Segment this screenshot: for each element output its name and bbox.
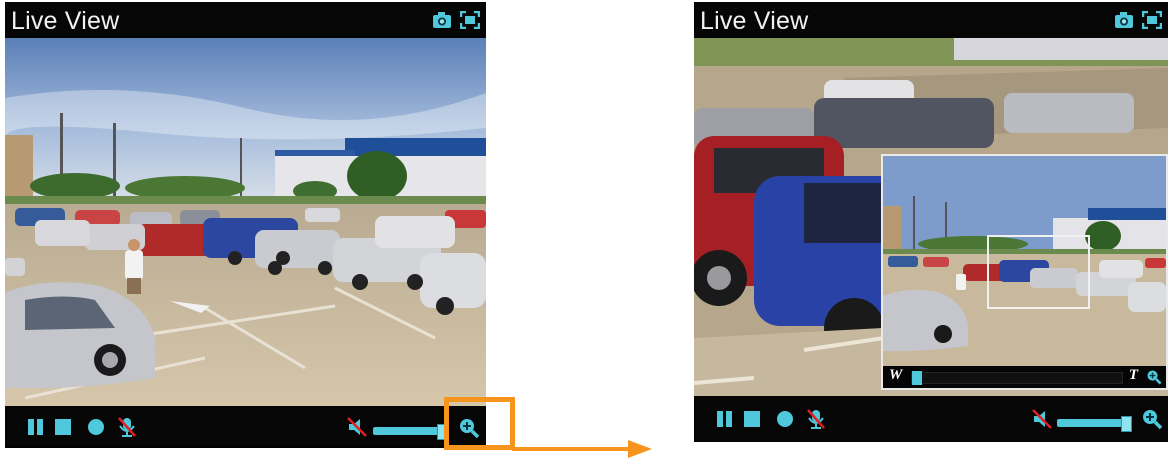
- pause-icon[interactable]: [25, 416, 47, 438]
- camera-video-feed[interactable]: [5, 38, 486, 408]
- pause-icon[interactable]: [714, 408, 736, 430]
- live-view-panel-right: Live View W T: [694, 2, 1168, 442]
- callout-arrowhead: [628, 440, 652, 458]
- live-view-panel-left: Live View: [5, 2, 486, 448]
- live-view-titlebar: Live View: [694, 2, 1168, 38]
- speaker-muted-icon[interactable]: [346, 416, 368, 438]
- speaker-muted-icon[interactable]: [1031, 408, 1053, 430]
- fullscreen-icon[interactable]: [1142, 11, 1162, 29]
- zoom-level-handle[interactable]: [912, 371, 922, 385]
- pip-zoom-bar: W T: [883, 366, 1166, 388]
- mic-muted-icon[interactable]: [116, 416, 138, 438]
- volume-slider[interactable]: [1057, 419, 1123, 427]
- mic-muted-icon[interactable]: [805, 408, 827, 430]
- zoom-in-icon[interactable]: [1141, 408, 1163, 430]
- wide-label: W: [889, 367, 903, 383]
- live-view-titlebar: Live View: [5, 2, 486, 38]
- stop-icon[interactable]: [52, 416, 74, 438]
- pip-overview[interactable]: W T: [881, 154, 1168, 390]
- zoom-region-indicator[interactable]: [987, 235, 1090, 309]
- zoom-level-slider[interactable]: [911, 371, 1123, 385]
- playback-controls-bar: [694, 396, 1168, 442]
- camera-snapshot-icon[interactable]: [432, 11, 452, 29]
- stop-icon[interactable]: [741, 408, 763, 430]
- zoom-button-highlight: [444, 397, 515, 450]
- record-icon[interactable]: [85, 416, 107, 438]
- record-icon[interactable]: [774, 408, 796, 430]
- pip-zoom-in-icon[interactable]: [1146, 369, 1162, 385]
- volume-slider-handle[interactable]: [1121, 416, 1132, 432]
- fullscreen-icon[interactable]: [460, 11, 480, 29]
- callout-arrow: [512, 447, 630, 451]
- camera-snapshot-icon[interactable]: [1114, 11, 1134, 29]
- volume-slider[interactable]: [373, 427, 439, 435]
- tele-label: T: [1128, 367, 1138, 383]
- panel-title: Live View: [11, 7, 120, 35]
- panel-title: Live View: [700, 7, 809, 35]
- playback-controls-bar: [5, 406, 486, 446]
